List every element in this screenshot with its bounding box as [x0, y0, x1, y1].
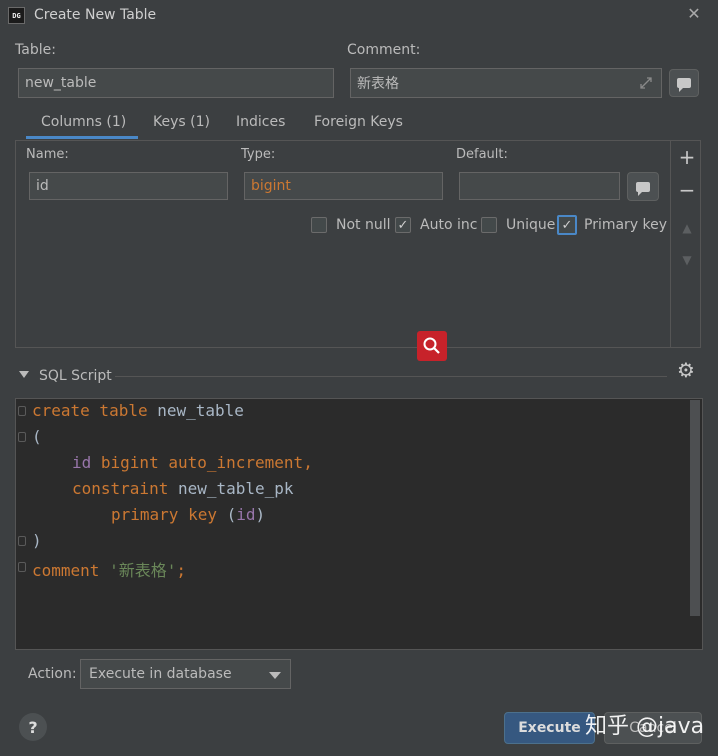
sql-identifier: new_table_pk — [168, 479, 294, 498]
tab-indices[interactable]: Indices — [236, 114, 285, 130]
table-label: Table: — [15, 42, 56, 58]
title-bar: DG Create New Table ✕ — [0, 0, 718, 32]
sql-identifier: new_table — [147, 401, 244, 420]
column-type-label: Type: — [241, 147, 276, 162]
expand-icon[interactable] — [639, 76, 653, 90]
window-title: Create New Table — [34, 7, 157, 23]
table-name-input[interactable]: new_table — [18, 68, 334, 98]
active-tab-indicator — [26, 136, 138, 139]
sql-keyword: constraint — [72, 479, 169, 498]
collapse-triangle-icon[interactable] — [19, 371, 29, 378]
sql-paren: ( — [216, 505, 237, 524]
remove-icon[interactable]: − — [672, 180, 702, 200]
comment-bubble-icon — [677, 78, 691, 92]
editor-scrollbar[interactable] — [690, 400, 700, 616]
fold-marker-icon[interactable] — [18, 562, 26, 572]
action-dropdown-value: Execute in database — [89, 666, 232, 682]
tab-keys[interactable]: Keys (1) — [153, 114, 210, 130]
action-dropdown[interactable]: Execute in database — [80, 659, 291, 689]
watermark-text: 知乎 @java — [585, 714, 705, 739]
comment-label: Comment: — [347, 42, 421, 58]
not-null-label: Not null — [336, 217, 391, 233]
sql-line-3: id bigint auto_increment, — [72, 453, 313, 472]
sql-line-1: create table new_table — [32, 401, 244, 420]
column-toolbar — [671, 140, 701, 348]
auto-inc-checkbox[interactable]: ✓ — [395, 217, 411, 233]
column-default-label: Default: — [456, 147, 508, 162]
sql-paren: ) — [32, 531, 42, 550]
sql-line-2: ( — [32, 427, 42, 446]
primary-key-checkbox[interactable]: ✓ — [557, 215, 577, 235]
gear-icon[interactable]: ⚙ — [676, 360, 696, 380]
sql-editor[interactable] — [15, 398, 703, 650]
unique-label: Unique — [506, 217, 556, 233]
move-up-icon[interactable]: ▲ — [672, 218, 702, 238]
move-down-icon[interactable]: ▼ — [672, 250, 702, 270]
sql-semicolon: ; — [176, 561, 186, 580]
column-default-input[interactable] — [459, 172, 620, 200]
sql-line-4: constraint new_table_pk — [72, 479, 294, 498]
help-button[interactable]: ? — [19, 713, 47, 741]
sql-keyword: primary key — [111, 505, 217, 524]
column-name-label: Name: — [26, 147, 69, 162]
comment-edit-button[interactable] — [669, 69, 699, 97]
tab-columns[interactable]: Columns (1) — [41, 114, 126, 130]
fold-marker-icon[interactable] — [18, 406, 26, 416]
column-comment-bubble-icon — [636, 181, 650, 196]
sql-line-5: primary key (id) — [111, 505, 265, 524]
column-name-input[interactable]: id — [29, 172, 228, 200]
unique-checkbox[interactable] — [481, 217, 497, 233]
sql-paren: ) — [255, 505, 266, 524]
not-null-checkbox[interactable] — [311, 217, 327, 233]
sql-keyword: bigint auto_increment, — [91, 453, 313, 472]
execute-button[interactable]: Execute — [504, 712, 595, 744]
chevron-down-icon — [269, 672, 281, 679]
datagrip-app-icon: DG — [8, 7, 25, 24]
auto-inc-label: Auto inc — [420, 217, 478, 233]
search-icon[interactable] — [417, 331, 447, 361]
sql-keyword: comment — [32, 561, 100, 580]
comment-value: 新表格 — [357, 76, 399, 92]
sql-keyword: create table — [32, 401, 148, 420]
tab-foreign-keys[interactable]: Foreign Keys — [314, 114, 403, 130]
sql-column: id — [236, 505, 256, 524]
close-icon[interactable]: ✕ — [684, 4, 704, 24]
sql-line-6: ) — [32, 531, 42, 550]
column-type-input[interactable]: bigint — [244, 172, 443, 200]
primary-key-label: Primary key — [584, 217, 668, 233]
sql-column: id — [72, 453, 92, 472]
sql-line-7: comment '新表格'; — [32, 557, 186, 581]
action-label: Action: — [28, 666, 77, 682]
fold-marker-icon[interactable] — [18, 536, 26, 546]
comment-input[interactable]: 新表格 — [350, 68, 662, 98]
add-icon[interactable]: + — [672, 147, 702, 167]
section-divider — [115, 376, 667, 377]
sql-string: '新表格' — [99, 561, 177, 580]
sql-paren: ( — [32, 427, 42, 446]
sql-script-label: SQL Script — [39, 368, 112, 384]
fold-marker-icon[interactable] — [18, 432, 26, 442]
column-comment-button[interactable] — [627, 172, 659, 201]
